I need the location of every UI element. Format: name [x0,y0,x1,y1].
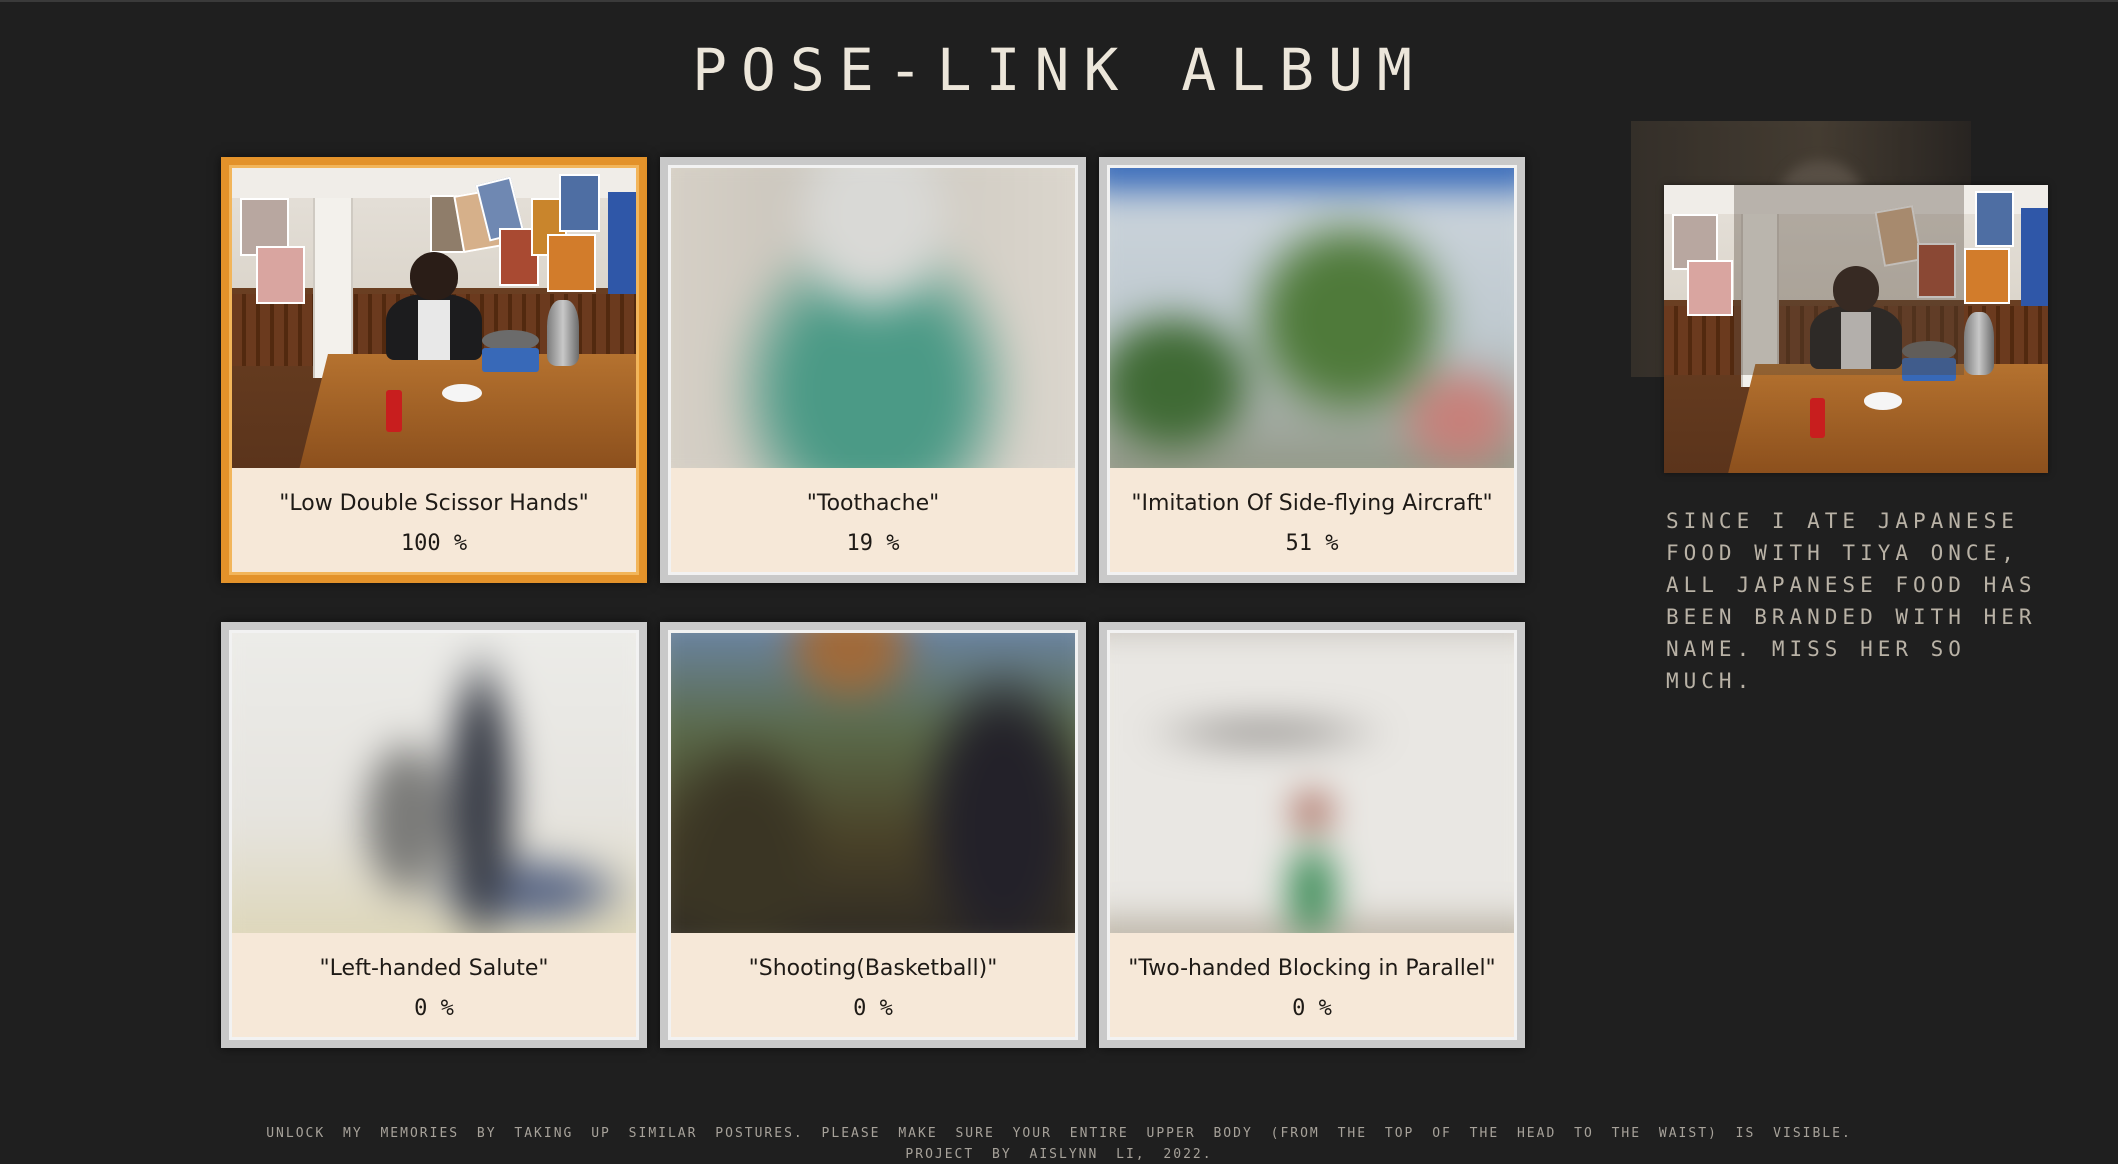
blurred-photo [671,168,1075,468]
card-progress: 51 % [1285,531,1339,556]
memory-caption: Since I ate Japanese food with Tiya once… [1666,509,2037,693]
card-progress: 19 % [846,531,900,556]
card-label: "Imitation Of Side-flying Aircraft" [1131,491,1493,516]
card-progress: 0 % [853,996,893,1021]
top-rule [0,0,2118,2]
blurred-photo [1110,633,1514,933]
footer-instructions: Unlock my memories by taking up similar … [266,1126,1852,1141]
pose-card-1[interactable]: "Low Double Scissor Hands" 100 % [221,157,647,583]
card-label: "Left-handed Salute" [319,956,549,981]
blurred-photo [1110,168,1514,468]
footer-credit: Project by Aislynn Li, 2022. [905,1147,1213,1162]
blurred-photo [232,633,636,933]
card-label: "Shooting(Basketball)" [748,956,998,981]
card-label: "Low Double Scissor Hands" [279,491,589,516]
restaurant-photo [232,168,636,468]
card-label: "Toothache" [806,491,940,516]
pose-card-3[interactable]: "Imitation Of Side-flying Aircraft" 51 % [1099,157,1525,583]
preview-photo [1664,185,2048,473]
pose-card-2[interactable]: "Toothache" 19 % [660,157,1086,583]
pose-card-6[interactable]: "Two-handed Blocking in Parallel" 0 % [1099,622,1525,1048]
card-progress: 0 % [1292,996,1332,1021]
blurred-photo [671,633,1075,933]
card-label: "Two-handed Blocking in Parallel" [1128,956,1496,981]
card-progress: 100 % [400,531,468,556]
pose-card-4[interactable]: "Left-handed Salute" 0 % [221,622,647,1048]
card-progress: 0 % [414,996,454,1021]
pose-card-5[interactable]: "Shooting(Basketball)" 0 % [660,622,1086,1048]
page-title: POSE-LINK ALBUM [692,36,1426,104]
